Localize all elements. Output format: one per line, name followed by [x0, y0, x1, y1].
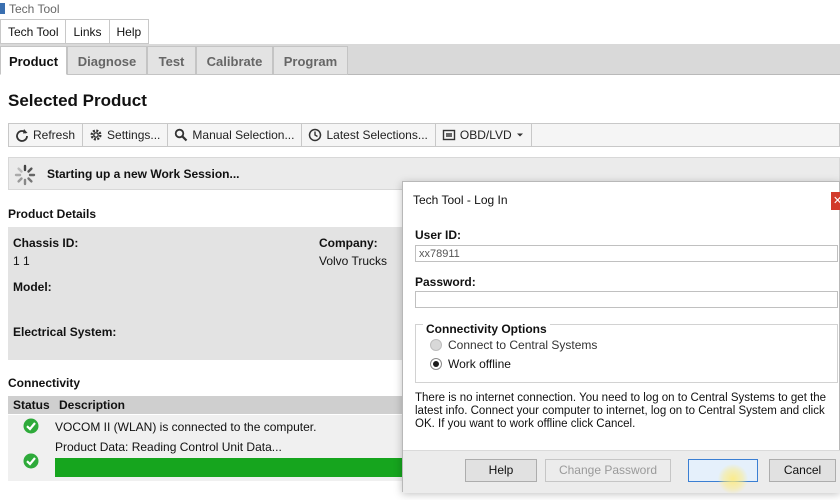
close-icon[interactable]: ✕ — [831, 192, 840, 210]
settings-label: Settings... — [107, 128, 161, 142]
check-icon — [23, 418, 39, 434]
user-id-label: User ID: — [415, 228, 462, 242]
password-input[interactable] — [415, 291, 838, 308]
main-tabs: Product Diagnose Test Calibrate Program — [0, 44, 840, 75]
refresh-label: Refresh — [33, 128, 76, 142]
dialog-button-bar: Help Change Password Cancel — [403, 450, 840, 494]
product-toolbar: Refresh Settings... Manual Selection... … — [8, 123, 840, 147]
connectivity-heading: Connectivity — [8, 376, 81, 390]
gear-icon — [90, 129, 102, 141]
manual-selection-button[interactable]: Manual Selection... — [168, 124, 303, 146]
password-label: Password: — [415, 275, 476, 289]
tab-program[interactable]: Program — [273, 46, 348, 75]
chevron-down-icon — [516, 133, 523, 137]
work-offline-option[interactable]: Work offline — [430, 357, 511, 371]
check-icon — [23, 453, 39, 469]
help-button[interactable]: Help — [465, 459, 537, 482]
obd-lvd-dropdown[interactable]: OBD/LVD — [436, 124, 532, 146]
company-value: Volvo Trucks — [319, 254, 388, 268]
table-row: VOCOM II (WLAN) is connected to the comp… — [8, 415, 408, 437]
menu-tech-tool[interactable]: Tech Tool — [0, 19, 67, 44]
change-password-button[interactable]: Change Password — [545, 459, 671, 482]
col-description: Description — [59, 398, 126, 412]
chassis-id-label: Chassis ID: — [13, 236, 79, 250]
clock-icon — [309, 128, 322, 142]
tab-test[interactable]: Test — [147, 46, 196, 75]
company-label: Company: — [319, 236, 378, 250]
product-details-panel: Chassis ID: 1 1 Company: Volvo Trucks Mo… — [8, 227, 408, 360]
spinner-icon — [14, 164, 36, 186]
connectivity-options-title: Connectivity Options — [423, 322, 550, 336]
connectivity-options-group: Connectivity Options Connect to Central … — [415, 322, 838, 383]
work-offline-radio[interactable] — [430, 358, 442, 370]
electrical-system-label: Electrical System: — [13, 325, 117, 339]
read-progress-fill — [55, 458, 408, 477]
refresh-button[interactable]: Refresh — [9, 124, 84, 146]
user-id-input[interactable] — [415, 245, 838, 262]
row-description: VOCOM II (WLAN) is connected to the comp… — [55, 420, 317, 434]
ok-button[interactable] — [688, 459, 758, 482]
window-title: Tech Tool — [9, 2, 60, 16]
manual-selection-label: Manual Selection... — [192, 128, 295, 142]
tab-diagnose[interactable]: Diagnose — [67, 46, 147, 75]
latest-selections-button[interactable]: Latest Selections... — [302, 124, 436, 146]
read-progress-bar — [55, 458, 408, 477]
model-label: Model: — [13, 280, 52, 294]
chassis-id-value: 1 1 — [13, 254, 30, 268]
row-description: Product Data: Reading Control Unit Data.… — [55, 440, 282, 454]
menu-help[interactable]: Help — [109, 19, 150, 44]
session-status-text: Starting up a new Work Session... — [47, 167, 240, 181]
obd-icon — [442, 129, 456, 141]
work-offline-label: Work offline — [448, 357, 511, 371]
refresh-icon — [16, 129, 28, 142]
app-icon — [0, 3, 5, 14]
connect-central-label: Connect to Central Systems — [448, 338, 598, 352]
title-bar: Tech Tool — [0, 0, 840, 18]
menu-links[interactable]: Links — [66, 19, 110, 44]
login-dialog: Tech Tool - Log In ✕ User ID: Password: … — [402, 181, 840, 494]
menu-bar: Tech Tool Links Help — [0, 19, 150, 44]
search-icon — [175, 128, 188, 142]
connectivity-table-header: Status Description — [8, 396, 408, 414]
connect-central-option[interactable]: Connect to Central Systems — [430, 338, 597, 352]
dialog-title: Tech Tool - Log In — [413, 193, 508, 207]
latest-selections-label: Latest Selections... — [326, 128, 428, 142]
settings-button[interactable]: Settings... — [83, 124, 169, 146]
connect-central-radio[interactable] — [430, 339, 442, 351]
connection-message: There is no internet connection. You nee… — [415, 392, 827, 430]
page-title: Selected Product — [8, 91, 147, 110]
cancel-button[interactable]: Cancel — [769, 459, 836, 482]
product-details-heading: Product Details — [8, 207, 97, 221]
tab-product[interactable]: Product — [0, 46, 67, 75]
obd-lvd-label: OBD/LVD — [459, 128, 512, 142]
tab-calibrate[interactable]: Calibrate — [196, 46, 273, 75]
col-status: Status — [13, 398, 50, 412]
